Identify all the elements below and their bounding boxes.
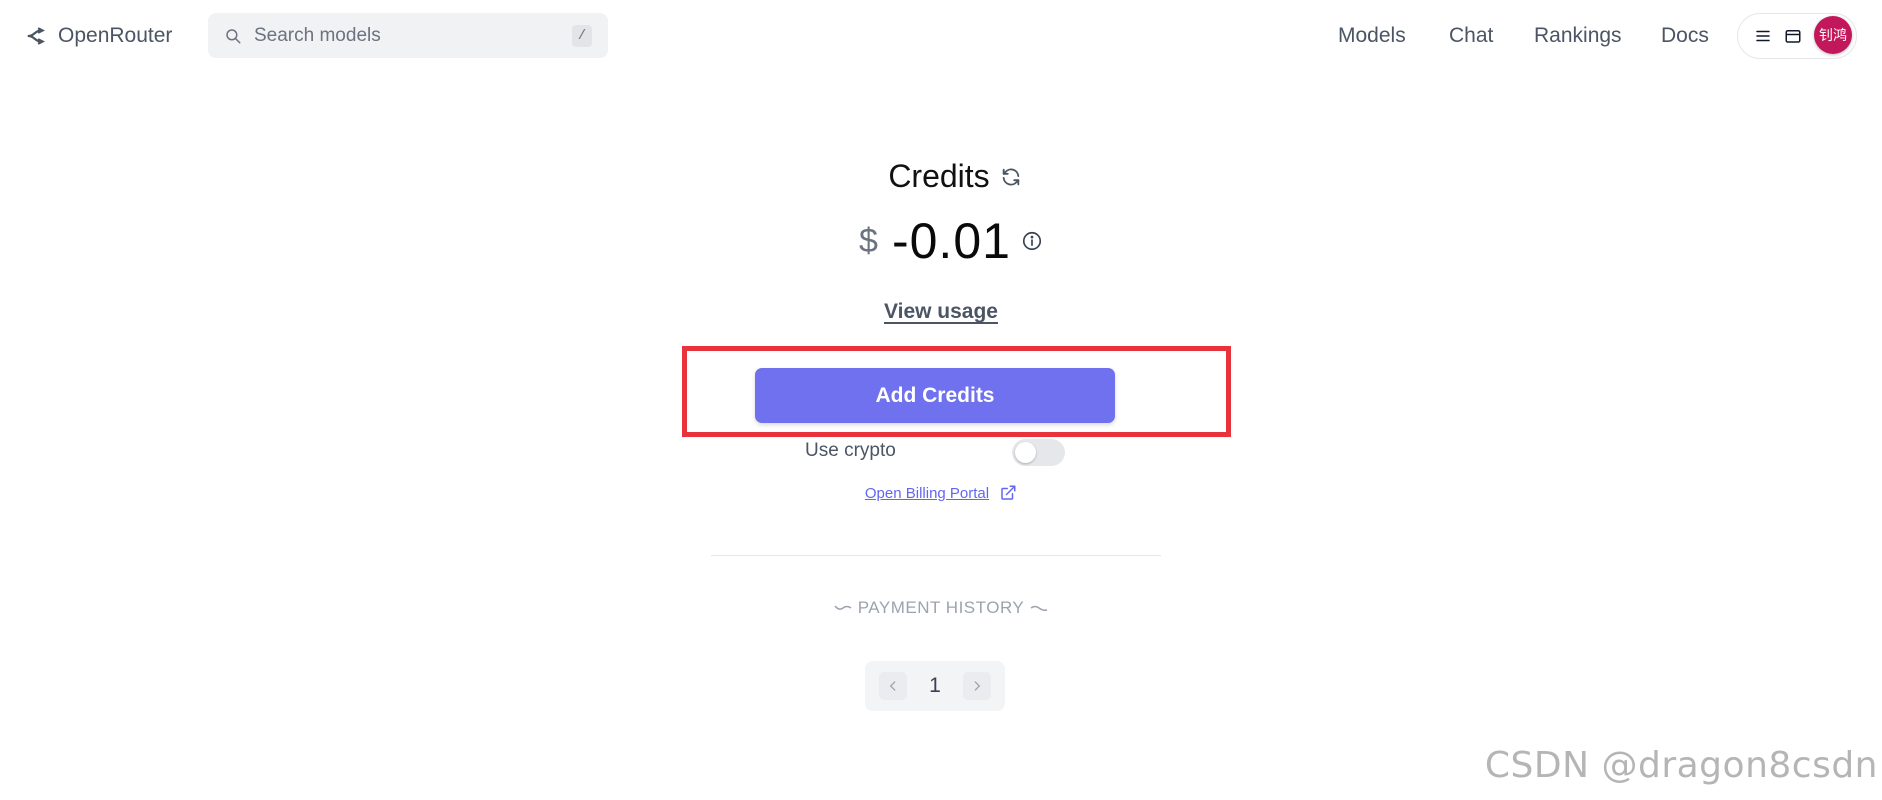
nav-models[interactable]: Models	[1338, 24, 1406, 48]
open-billing-portal-link[interactable]: Open Billing Portal	[865, 485, 989, 502]
watermark: CSDN @dragon8csdn	[1484, 745, 1878, 786]
view-usage-link-wrapper: View usage	[0, 300, 1882, 324]
search-input[interactable]	[254, 24, 572, 47]
view-usage-link[interactable]: View usage	[884, 300, 998, 323]
refresh-icon[interactable]	[1000, 166, 1022, 188]
next-page-button[interactable]	[963, 672, 991, 700]
wave-left-icon	[834, 605, 852, 610]
nav-chat[interactable]: Chat	[1449, 24, 1493, 48]
info-icon[interactable]	[1021, 230, 1043, 252]
top-navigation-bar: OpenRouter / Models Chat Rankings Docs 钊…	[0, 0, 1882, 72]
brand-name: OpenRouter	[58, 24, 173, 47]
openrouter-logo-icon	[27, 27, 45, 45]
billing-portal-row: Open Billing Portal	[0, 484, 1882, 502]
nav-rankings[interactable]: Rankings	[1534, 24, 1622, 48]
search-box[interactable]: /	[208, 13, 608, 58]
credits-header: Credits	[0, 158, 1882, 195]
chevron-left-icon	[889, 681, 896, 691]
external-link-icon[interactable]	[999, 484, 1017, 502]
payment-history-title: PAYMENT HISTORY	[857, 598, 1025, 617]
wallet-icon[interactable]	[1784, 27, 1802, 45]
use-crypto-label: Use crypto	[805, 440, 896, 461]
chevron-right-icon	[974, 681, 981, 691]
brand-home-link[interactable]: OpenRouter	[26, 18, 172, 54]
add-credits-button[interactable]: Add Credits	[755, 368, 1115, 423]
pagination: 1	[865, 661, 1005, 711]
wave-right-icon	[1030, 605, 1048, 611]
previous-page-button[interactable]	[879, 672, 907, 700]
use-crypto-toggle[interactable]	[1012, 439, 1065, 466]
page-title: Credits	[888, 158, 990, 194]
toggle-knob	[1015, 442, 1036, 463]
nav-docs[interactable]: Docs	[1661, 24, 1709, 48]
payment-history-heading: PAYMENT HISTORY	[0, 598, 1882, 618]
avatar[interactable]: 钊鸿	[1814, 16, 1852, 54]
hamburger-menu-icon[interactable]	[1754, 27, 1772, 45]
search-icon	[226, 28, 241, 43]
section-divider	[711, 555, 1161, 556]
current-page-number[interactable]: 1	[929, 674, 941, 698]
currency-symbol: $	[859, 221, 878, 260]
credit-balance: $ -0.01	[0, 212, 1882, 270]
balance-amount: -0.01	[891, 213, 1011, 269]
search-shortcut-key: /	[572, 24, 592, 47]
